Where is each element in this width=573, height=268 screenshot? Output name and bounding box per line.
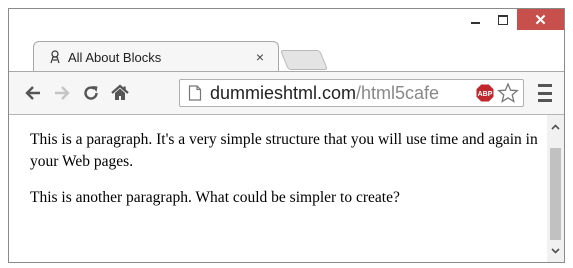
close-window-button[interactable]: ✕ [517, 9, 564, 30]
scroll-thumb[interactable] [550, 148, 561, 240]
url-domain: dummieshtml.com [210, 82, 357, 103]
paragraph-2: This is another paragraph. What could be… [30, 189, 400, 206]
back-button[interactable] [21, 81, 45, 105]
tab-title: All About Blocks [68, 49, 162, 65]
menu-bar-line [538, 99, 552, 102]
browser-window: ✕ All About Blocks × dummieshtml.com/htm… [8, 8, 565, 263]
tab-all-about-blocks[interactable]: All About Blocks × [33, 41, 279, 72]
chevron-up-icon [551, 123, 560, 130]
forward-button[interactable] [50, 81, 74, 105]
minimize-button[interactable] [461, 9, 489, 30]
maximize-button[interactable] [489, 9, 517, 30]
adblock-plus-icon[interactable]: ABP [475, 83, 495, 103]
menu-bar-line [538, 91, 552, 95]
toolbar: dummieshtml.com/html5cafe ABP [9, 71, 564, 115]
home-icon [111, 84, 129, 100]
page-viewport: This is a paragraph. It's a very simple … [9, 115, 564, 262]
scroll-up-button[interactable] [547, 118, 564, 135]
window-controls: ✕ [461, 9, 564, 30]
adblock-label: ABP [478, 91, 493, 98]
page-icon [188, 85, 202, 101]
vertical-scrollbar[interactable] [547, 115, 564, 262]
title-bar: ✕ All About Blocks × [9, 9, 564, 72]
reload-icon [84, 86, 98, 100]
reload-button[interactable] [79, 81, 103, 105]
url-text: dummieshtml.com/html5cafe [210, 83, 475, 104]
hamburger-menu-icon[interactable] [538, 84, 554, 102]
forward-arrow-icon [55, 86, 70, 100]
minimize-icon [470, 22, 480, 24]
home-button[interactable] [108, 81, 132, 105]
dummies-favicon-icon [48, 50, 62, 64]
scroll-down-button[interactable] [547, 242, 564, 259]
page-content: This is a paragraph. It's a very simple … [30, 129, 540, 223]
close-icon: ✕ [534, 11, 547, 29]
paragraph-1: This is a paragraph. It's a very simple … [30, 131, 538, 170]
back-arrow-icon [25, 86, 40, 100]
url-path: /html5cafe [356, 82, 440, 103]
chevron-down-icon [551, 247, 560, 254]
star-icon[interactable] [497, 82, 519, 104]
tab-close-icon[interactable]: × [252, 49, 268, 65]
address-bar[interactable]: dummieshtml.com/html5cafe ABP [179, 79, 524, 107]
maximize-icon [498, 14, 508, 25]
new-tab-button[interactable] [279, 50, 329, 70]
menu-bar-line [538, 84, 552, 87]
